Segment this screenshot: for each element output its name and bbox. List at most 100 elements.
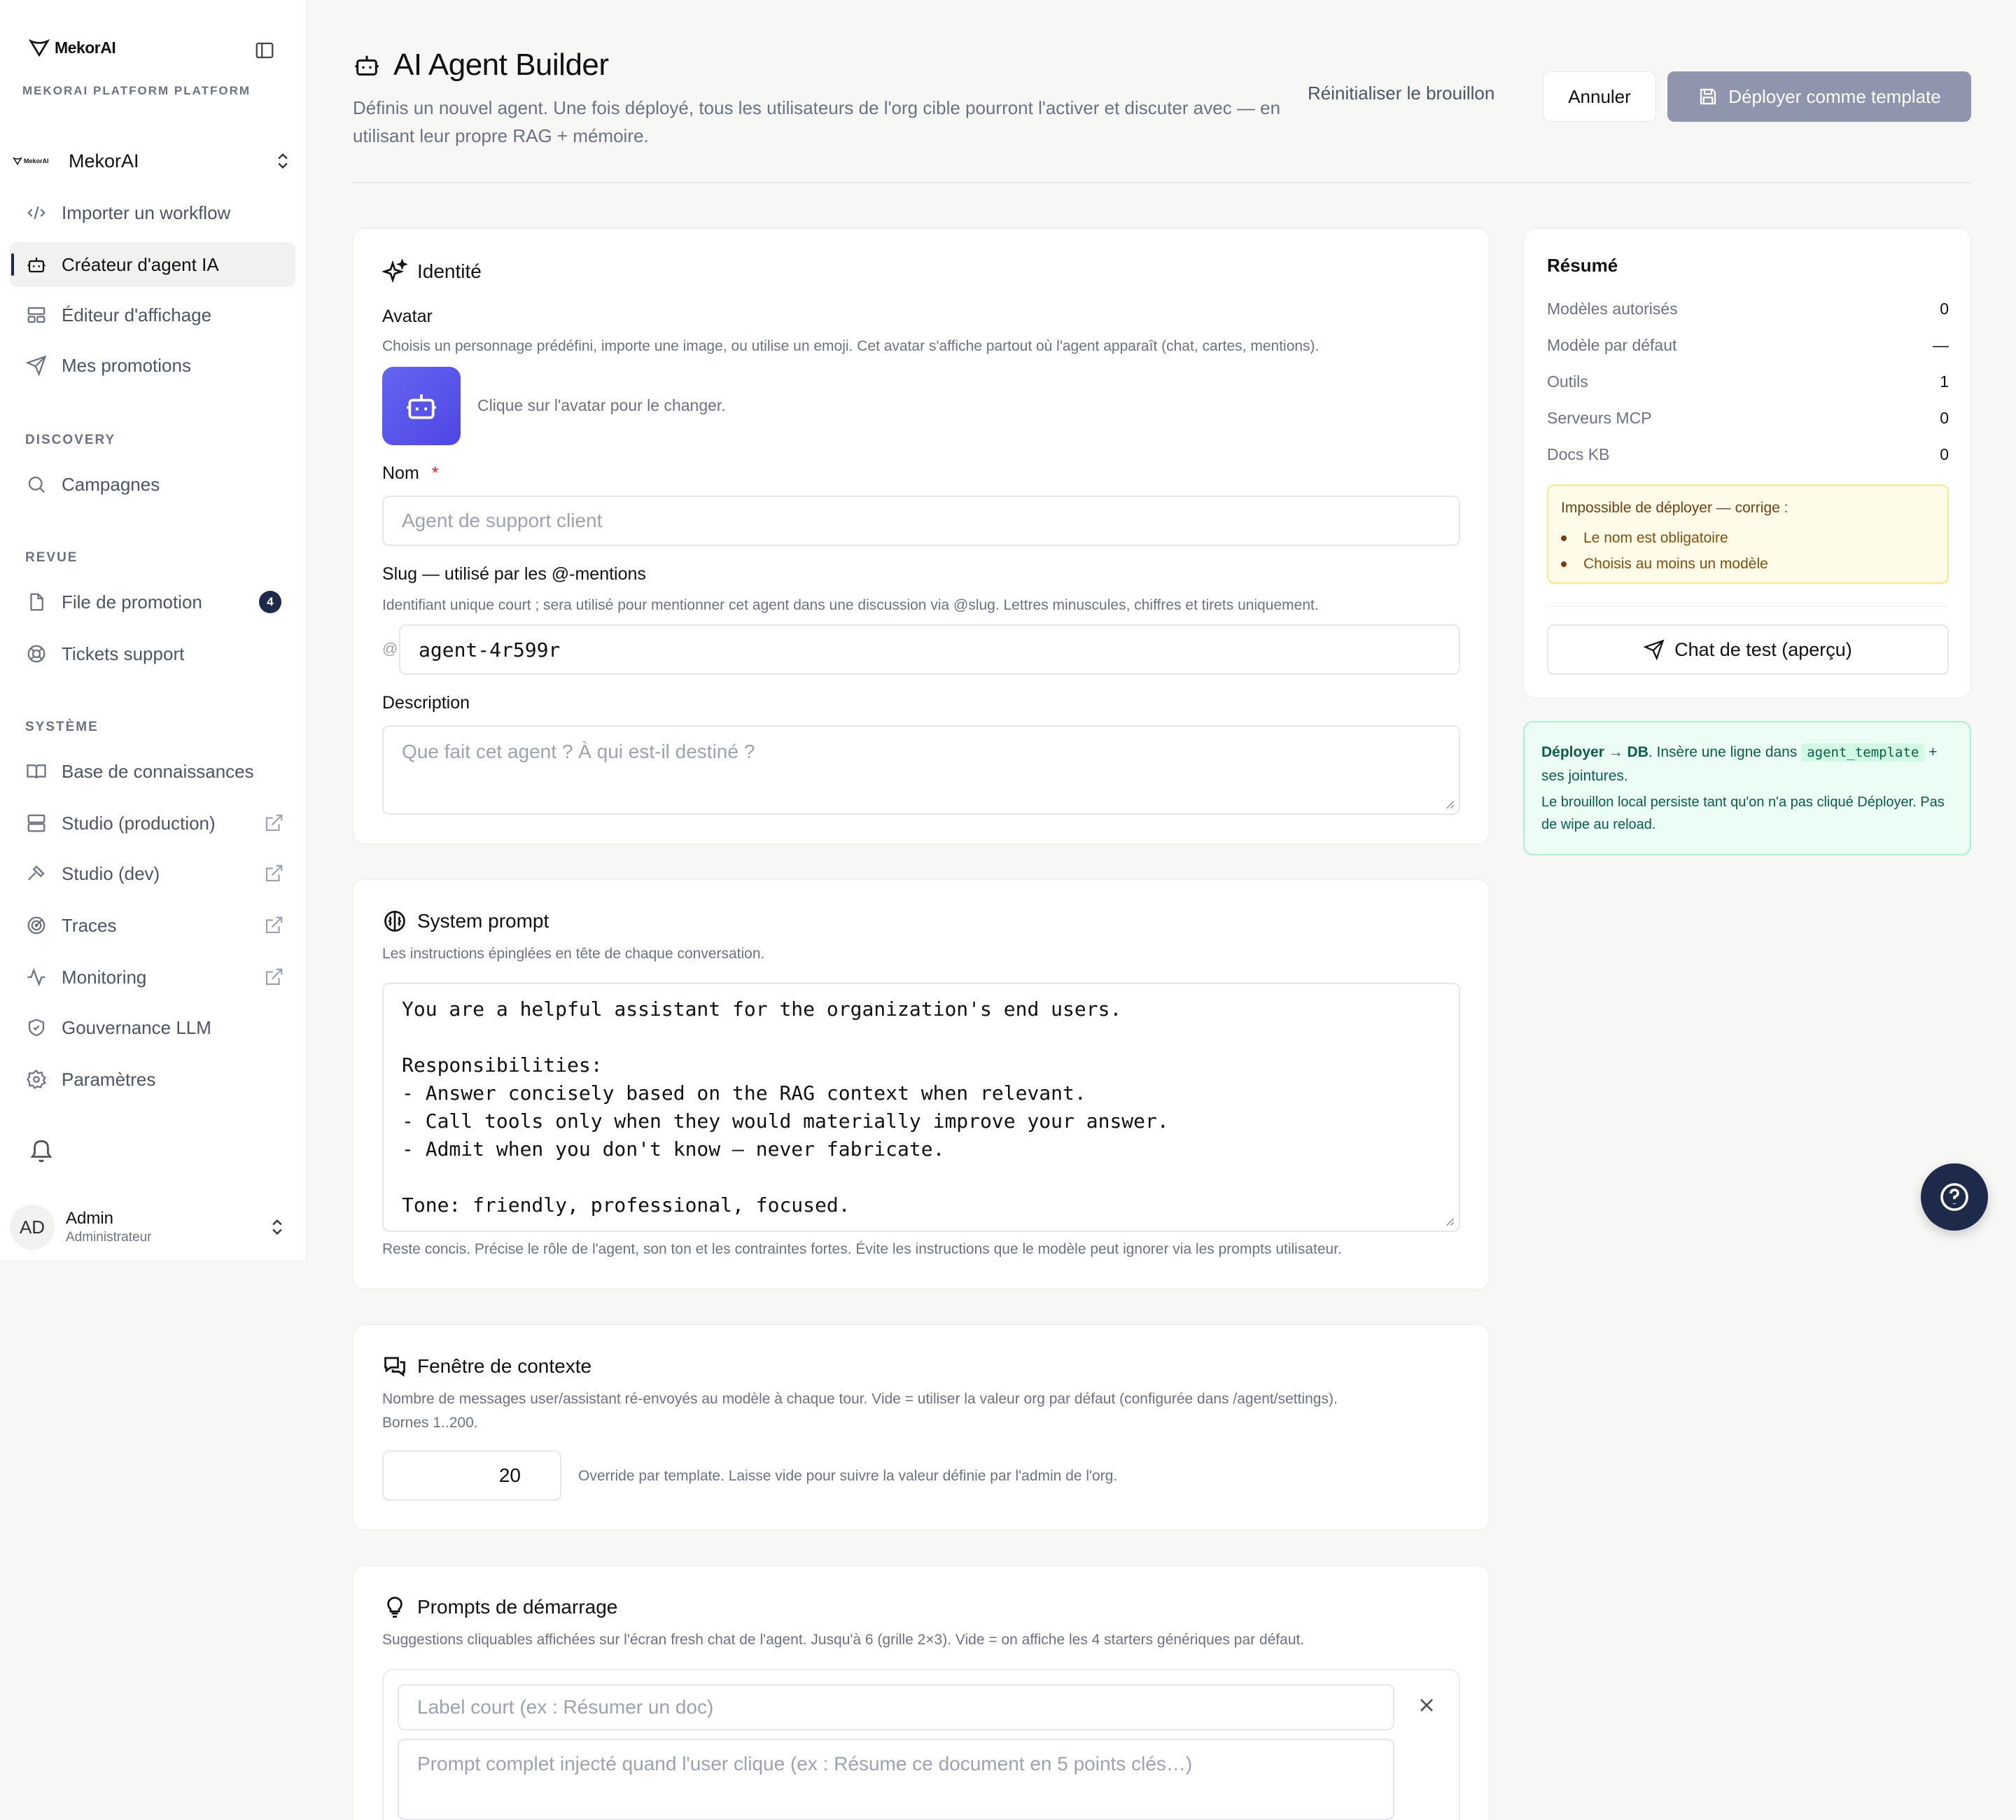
avatar-help: Choisis un personnage prédéfini, importe… (382, 338, 1320, 354)
context-window-help-2: Bornes 1..200. (382, 1415, 478, 1431)
panel-left-icon (255, 42, 274, 59)
sidebar-item-support-tickets[interactable]: Tickets support (10, 631, 295, 676)
messages-icon (384, 1357, 405, 1377)
avatar-label: Avatar (382, 307, 433, 326)
lightbulb-icon (387, 1597, 402, 1618)
sidebar-item-label: Gouvernance LLM (62, 1016, 211, 1038)
brand-logo[interactable]: MekorAI (28, 36, 116, 59)
deploy-template-button[interactable]: Déployer comme template (1667, 71, 1971, 122)
starters-help: Suggestions cliquables affichées sur l'é… (382, 1632, 1305, 1648)
logo-icon (13, 157, 22, 166)
bell-icon (30, 1140, 52, 1163)
user-menu[interactable]: AD Admin Administrateur (10, 1203, 295, 1252)
sidebar-item-studio-production[interactable]: Studio (production) (10, 801, 295, 846)
section-label-discovery: DISCOVERY (25, 433, 116, 447)
avatar: AD (10, 1205, 55, 1250)
reset-draft-button[interactable]: Réinitialiser le brouillon (1308, 83, 1494, 104)
radar-icon (24, 913, 49, 938)
sidebar-item-my-promotions[interactable]: Mes promotions (10, 343, 295, 388)
sidebar-item-import-workflow[interactable]: Importer un workflow (10, 190, 295, 235)
external-link-icon (265, 814, 283, 832)
summary-row-models: Modèles autorisés 0 (1547, 300, 1949, 318)
sidebar-item-campaigns[interactable]: Campagnes (10, 462, 295, 507)
deploy-info-line-2: Le brouillon local persiste tant qu'on n… (1541, 794, 1945, 832)
name-input[interactable]: Agent de support client (382, 496, 1460, 546)
user-info: Admin Administrateur (66, 1209, 267, 1245)
sidebar-item-label: Base de connaissances (62, 760, 254, 782)
cancel-button[interactable]: Annuler (1543, 71, 1656, 122)
activity-icon (24, 965, 49, 990)
sidebar-item-settings[interactable]: Paramètres (10, 1057, 295, 1102)
summary-title: Résumé (1547, 255, 1618, 276)
description-placeholder: Que fait cet agent ? À qui est-il destin… (402, 741, 755, 762)
sidebar-item-traces[interactable]: Traces (10, 903, 295, 948)
sparkles-icon (382, 259, 407, 284)
list-item: Le nom est obligatoire (1561, 525, 1768, 551)
send-icon (24, 353, 49, 378)
sidebar-item-label: Éditeur d'affichage (62, 304, 212, 326)
notifications-button[interactable] (28, 1137, 56, 1165)
sidebar-item-knowledge-base[interactable]: Base de connaissances (10, 749, 295, 794)
name-label: Nom * (382, 463, 439, 483)
brand-name: MekorAI (55, 38, 116, 57)
sidebar-item-label: Importer un workflow (62, 202, 231, 223)
sidebar-item-llm-governance[interactable]: Gouvernance LLM (10, 1005, 295, 1050)
close-icon[interactable] (1415, 1694, 1438, 1716)
warning-list: Le nom est obligatoire Choisis au moins … (1561, 525, 1768, 577)
resize-handle-icon[interactable] (1445, 799, 1455, 809)
deploy-info-box: Déployer → DB. Insère une ligne dans age… (1523, 721, 1971, 855)
warning-title: Impossible de déployer — corrige : (1561, 500, 1788, 516)
chevrons-up-down-icon (278, 153, 288, 169)
search-icon (24, 472, 49, 497)
org-switcher[interactable]: MekorAI MekorAI (13, 144, 293, 178)
promotion-count-badge: 4 (259, 591, 281, 613)
header-divider (353, 182, 1971, 183)
context-window-input[interactable]: 20 (382, 1450, 561, 1501)
chevrons-up-down-icon (272, 1219, 282, 1235)
slug-help: Identifiant unique court ; sera utilisé … (382, 597, 1319, 613)
layout-icon (24, 302, 49, 328)
summary-row-tools: Outils 1 (1547, 372, 1949, 391)
slug-label: Slug — utilisé par les @-mentions (382, 564, 646, 584)
context-window-help-1: Nombre de messages user/assistant ré-env… (382, 1391, 1338, 1407)
sidebar: MekorAI MEKORAI PLATFORM PLATFORM MekorA… (0, 0, 307, 1260)
slug-input[interactable]: agent-4r599r (399, 624, 1460, 675)
sidebar-item-label: Paramètres (62, 1068, 156, 1090)
save-icon (1700, 88, 1716, 105)
context-window-override-help: Override par template. Laisse vide pour … (578, 1468, 1118, 1484)
starter-prompt-input[interactable]: Prompt complet injecté quand l'user cliq… (398, 1739, 1394, 1820)
sidebar-toggle-button[interactable] (252, 38, 277, 63)
deploy-warning-box: Impossible de déployer — corrige : Le no… (1547, 484, 1949, 584)
sidebar-item-agent-builder[interactable]: Créateur d'agent IA (10, 242, 295, 287)
starter-label-input[interactable]: Label court (ex : Résumer un doc) (398, 1684, 1394, 1730)
test-chat-button[interactable]: Chat de test (aperçu) (1547, 624, 1949, 675)
summary-row-mcp: Serveurs MCP 0 (1547, 409, 1949, 427)
context-window-title: Fenêtre de contexte (382, 1354, 592, 1379)
sidebar-item-label: Studio (production) (62, 812, 216, 834)
summary-divider (1547, 606, 1949, 607)
resize-handle-icon[interactable] (1445, 1217, 1455, 1226)
user-role: Administrateur (66, 1230, 152, 1245)
external-link-icon (265, 968, 283, 986)
sidebar-item-label: Studio (dev) (62, 862, 160, 884)
system-prompt-text: You are a helpful assistant for the orga… (402, 997, 1169, 1217)
test-chat-label: Chat de test (aperçu) (1674, 638, 1852, 660)
sidebar-item-studio-dev[interactable]: Studio (dev) (10, 851, 295, 896)
description-input[interactable]: Que fait cet agent ? À qui est-il destin… (382, 725, 1460, 815)
sidebar-item-display-editor[interactable]: Éditeur d'affichage (10, 293, 295, 337)
brain-icon (384, 911, 405, 932)
system-prompt-input[interactable]: You are a helpful assistant for the orga… (382, 983, 1460, 1232)
deploy-info-line-1: Déployer → DB. Insère une ligne dans age… (1541, 743, 1938, 784)
list-item: Choisis au moins un modèle (1561, 551, 1768, 577)
avatar-picker-button[interactable] (382, 367, 461, 445)
sidebar-item-label: Campagnes (62, 473, 160, 495)
sidebar-item-monitoring[interactable]: Monitoring (10, 955, 295, 1000)
help-button[interactable] (1921, 1163, 1988, 1231)
sidebar-item-label: Tickets support (62, 643, 185, 664)
deploy-template-label: Déployer comme template (1728, 85, 1941, 107)
starters-title: Prompts de démarrage (382, 1595, 617, 1620)
bot-icon (24, 252, 49, 277)
sidebar-item-label: File de promotion (62, 591, 202, 612)
description-label: Description (382, 693, 470, 713)
sidebar-item-promotion-queue[interactable]: File de promotion 4 (10, 580, 295, 624)
